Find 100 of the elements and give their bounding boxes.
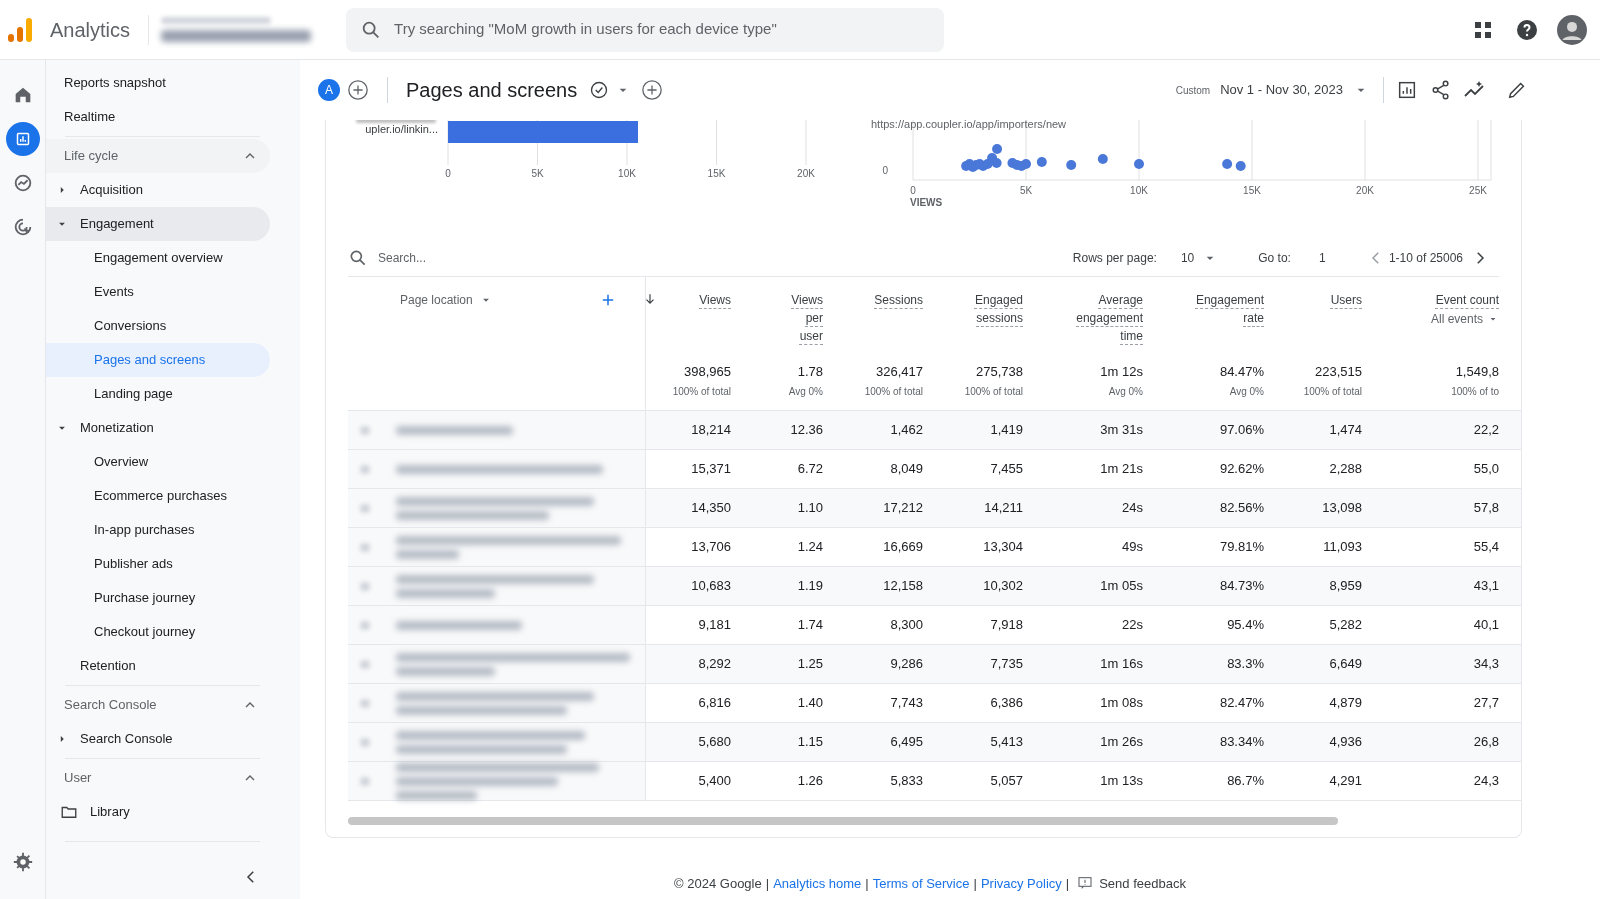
footer-link[interactable]: Analytics home xyxy=(773,873,862,893)
table-cell-text: 4,936 xyxy=(1329,733,1362,752)
axis-tick-label: 0 xyxy=(882,165,888,176)
search-field[interactable]: Try searching "MoM growth in users for each device type" xyxy=(346,7,945,52)
sidebar-item[interactable]: Pages and screens xyxy=(46,343,270,377)
comparison-avatar[interactable]: A xyxy=(318,79,340,101)
section-title: Life cycle xyxy=(64,147,120,166)
rows-per-page-dropdown[interactable]: 10 xyxy=(1180,249,1219,267)
search-icon xyxy=(348,248,368,268)
settings-icon[interactable] xyxy=(11,851,34,873)
sidebar-item[interactable]: Engagement xyxy=(46,207,270,241)
sidebar-item[interactable]: Library xyxy=(46,795,270,829)
table-cell-text: 6.72 xyxy=(797,460,823,479)
sidebar-item[interactable]: Events xyxy=(46,275,270,309)
footer-link[interactable]: Terms of Service xyxy=(872,873,970,893)
table-cell-text: 5,413 xyxy=(990,733,1023,752)
column-header[interactable]: Sessions xyxy=(843,291,923,309)
table-cell-text: 5,400 xyxy=(698,772,731,791)
search-input[interactable]: Try searching "MoM growth in users for each device type" xyxy=(394,18,931,41)
sidebar-item[interactable]: Search Console xyxy=(46,722,270,756)
table-cell-text: 7,918 xyxy=(990,616,1023,635)
table-cell-text: 86.7% xyxy=(1227,772,1264,791)
table-cell-text: 1.15 xyxy=(797,733,823,752)
total-value: 84.47% xyxy=(1219,363,1264,381)
column-header[interactable]: Views xyxy=(661,291,731,309)
total-note: 100% of total xyxy=(964,385,1023,399)
event-filter-dropdown[interactable]: All events xyxy=(1430,310,1499,328)
table-cell-text: 97.06% xyxy=(1219,421,1264,440)
help-icon[interactable] xyxy=(1515,17,1539,42)
table-cell-text: 10,302 xyxy=(983,577,1023,596)
sidebar-section-header[interactable]: User xyxy=(46,761,270,795)
blurred-row-number xyxy=(360,425,370,435)
column-header[interactable]: Engagement rate xyxy=(1179,291,1264,327)
check-circle-icon xyxy=(589,80,610,100)
total-note: 100% of total xyxy=(864,385,923,399)
sidebar-item[interactable]: Publisher ads xyxy=(46,547,270,581)
sidebar-item[interactable]: Conversions xyxy=(46,309,270,343)
rows-per-page-label: Rows per page: xyxy=(1072,250,1157,267)
sidebar-item[interactable]: Purchase journey xyxy=(46,581,270,615)
sidebar-item[interactable]: Acquisition xyxy=(46,173,270,207)
add-icon[interactable] xyxy=(641,79,664,101)
table-cell-text: 6,816 xyxy=(698,694,731,713)
table-search-input[interactable]: Search... xyxy=(378,249,533,267)
column-header[interactable]: Users xyxy=(1302,291,1362,309)
table-cell-text: 24s xyxy=(1122,499,1143,518)
table-cell-text: 34,3 xyxy=(1473,655,1499,674)
column-header[interactable]: Event count xyxy=(1399,291,1499,309)
blurred-row-number xyxy=(360,581,370,591)
table-cell-text: 10,683 xyxy=(691,577,731,596)
date-range: Nov 1 - Nov 30, 2023 xyxy=(1220,81,1343,100)
total-note: 100% of total xyxy=(1303,385,1362,399)
column-header[interactable]: Engaged sessions xyxy=(953,291,1023,327)
blurred-row-number xyxy=(360,620,370,630)
sidebar-item[interactable]: Overview xyxy=(46,445,270,479)
table-cell-text: 9,286 xyxy=(890,655,923,674)
table-cell-text: 1.26 xyxy=(797,772,823,791)
sidebar-section-header[interactable]: Search Console xyxy=(46,688,270,722)
edit-comparison-icon[interactable] xyxy=(1396,79,1418,101)
sidebar-item[interactable]: Landing page xyxy=(46,377,270,411)
sidebar-item[interactable]: Ecommerce purchases xyxy=(46,479,270,513)
sidebar-link[interactable]: Reports snapshot xyxy=(64,73,166,93)
dimension-dropdown[interactable]: Page location xyxy=(400,291,493,309)
total-value: 275,738 xyxy=(976,363,1023,381)
sidebar-link[interactable]: Realtime xyxy=(64,107,116,127)
table-cell-text: 92.62% xyxy=(1219,460,1264,479)
table-cell-text: 1m 21s xyxy=(1100,460,1143,479)
table-cell-text: 7,743 xyxy=(890,694,923,713)
column-header[interactable]: Views per user xyxy=(783,291,823,345)
sidebar-item[interactable]: Retention xyxy=(46,649,270,683)
rail-reports-button[interactable] xyxy=(5,122,40,156)
table-cell-text: 7,735 xyxy=(990,655,1023,674)
axis-tick-label: 10K xyxy=(618,168,636,179)
avatar-icon[interactable] xyxy=(1557,14,1587,45)
column-header[interactable]: Average engagement time xyxy=(1063,291,1143,345)
total-note: Avg 0% xyxy=(1108,385,1143,399)
table-cell-text: 8,292 xyxy=(698,655,731,674)
sidebar-item[interactable]: Checkout journey xyxy=(46,615,270,649)
total-note: 100% of total xyxy=(672,385,731,399)
footer-link[interactable]: Privacy Policy xyxy=(980,873,1062,893)
table-search-field[interactable]: Search... xyxy=(348,248,648,268)
share-icon[interactable] xyxy=(1430,79,1452,101)
date-range-picker[interactable]: Custom Nov 1 - Nov 30, 2023 xyxy=(1175,75,1369,105)
table-cell-text: 1m 16s xyxy=(1100,655,1143,674)
go-to-field[interactable]: 1 xyxy=(1318,249,1359,267)
horizontal-scrollbar[interactable] xyxy=(348,817,1338,825)
sidebar-section-header[interactable]: Life cycle xyxy=(46,139,270,173)
table-cell-text: 1.25 xyxy=(797,655,823,674)
sidebar-item[interactable]: Monetization xyxy=(46,411,270,445)
sidebar-item[interactable]: In-app purchases xyxy=(46,513,270,547)
table-cell-text: 82.47% xyxy=(1219,694,1264,713)
table-cell-text: 1.40 xyxy=(797,694,823,713)
copyright-text: © 2024 Google xyxy=(674,874,762,893)
table-cell-text: 82.56% xyxy=(1219,499,1264,518)
add-comparison-icon[interactable] xyxy=(347,79,369,101)
date-label: Custom xyxy=(1175,83,1211,98)
go-to-label: Go to: xyxy=(1258,250,1291,267)
table-cell-text: 55,4 xyxy=(1473,538,1499,557)
send-feedback-link[interactable]: Send feedback xyxy=(1077,873,1186,893)
sidebar-item[interactable]: Engagement overview xyxy=(46,241,270,275)
axis-tick-label: 25K xyxy=(1469,185,1487,196)
